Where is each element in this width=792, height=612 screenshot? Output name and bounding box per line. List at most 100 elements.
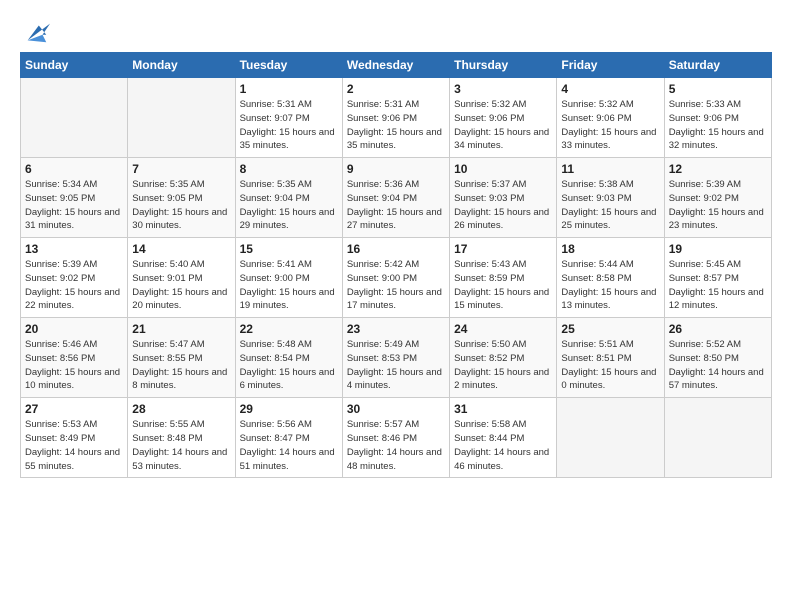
day-info: Sunrise: 5:32 AM Sunset: 9:06 PM Dayligh… bbox=[454, 98, 552, 153]
calendar-cell: 5Sunrise: 5:33 AM Sunset: 9:06 PM Daylig… bbox=[664, 78, 771, 158]
calendar-cell: 15 Sunrise: 5:41 AM Sunset: 9:00 PM Dayli… bbox=[235, 238, 342, 318]
page-container: SundayMondayTuesdayWednesdayThursdayFrid… bbox=[0, 0, 792, 488]
logo-icon bbox=[22, 18, 50, 46]
header bbox=[20, 18, 772, 46]
day-info: Sunrise: 5:34 AM Sunset: 9:05 PM Dayligh… bbox=[25, 178, 123, 233]
calendar-cell: 11 Sunrise: 5:38 AM Sunset: 9:03 PM Dayli… bbox=[557, 158, 664, 238]
day-number: 27 bbox=[25, 402, 123, 416]
calendar-cell: 13Sunrise: 5:39 AM Sunset: 9:02 PM Dayli… bbox=[21, 238, 128, 318]
calendar-cell bbox=[21, 78, 128, 158]
day-header-tuesday: Tuesday bbox=[235, 53, 342, 78]
calendar-cell: 26 Sunrise: 5:52 AM Sunset: 8:50 PM Dayli… bbox=[664, 318, 771, 398]
day-info: Sunrise: 5:47 AM Sunset: 8:55 PM Dayligh… bbox=[132, 338, 230, 393]
calendar-cell: 24 Sunrise: 5:50 AM Sunset: 8:52 PM Dayli… bbox=[450, 318, 557, 398]
day-number: 1 bbox=[240, 82, 338, 96]
day-info: Sunrise: 5:44 AM Sunset: 8:58 PM Dayligh… bbox=[561, 258, 659, 313]
day-info: Sunrise: 5:35 AM Sunset: 9:05 PM Dayligh… bbox=[132, 178, 230, 233]
calendar-cell bbox=[557, 398, 664, 478]
calendar-cell: 29 Sunrise: 5:56 AM Sunset: 8:47 PM Dayli… bbox=[235, 398, 342, 478]
day-number: 4 bbox=[561, 82, 659, 96]
day-header-wednesday: Wednesday bbox=[342, 53, 449, 78]
calendar-cell: 31Sunrise: 5:58 AM Sunset: 8:44 PM Dayli… bbox=[450, 398, 557, 478]
calendar-cell: 21 Sunrise: 5:47 AM Sunset: 8:55 PM Dayli… bbox=[128, 318, 235, 398]
day-info: Sunrise: 5:55 AM Sunset: 8:48 PM Dayligh… bbox=[132, 418, 230, 473]
day-number: 9 bbox=[347, 162, 445, 176]
day-number: 25 bbox=[561, 322, 659, 336]
week-row-5: 27 Sunrise: 5:53 AM Sunset: 8:49 PM Dayli… bbox=[21, 398, 772, 478]
day-number: 16 bbox=[347, 242, 445, 256]
day-info: Sunrise: 5:57 AM Sunset: 8:46 PM Dayligh… bbox=[347, 418, 445, 473]
day-info: Sunrise: 5:58 AM Sunset: 8:44 PM Dayligh… bbox=[454, 418, 552, 473]
calendar-cell: 30 Sunrise: 5:57 AM Sunset: 8:46 PM Dayli… bbox=[342, 398, 449, 478]
day-number: 29 bbox=[240, 402, 338, 416]
day-info: Sunrise: 5:32 AM Sunset: 9:06 PM Dayligh… bbox=[561, 98, 659, 153]
day-number: 26 bbox=[669, 322, 767, 336]
day-info: Sunrise: 5:39 AM Sunset: 9:02 PM Dayligh… bbox=[25, 258, 123, 313]
day-info: Sunrise: 5:37 AM Sunset: 9:03 PM Dayligh… bbox=[454, 178, 552, 233]
calendar-cell: 27 Sunrise: 5:53 AM Sunset: 8:49 PM Dayli… bbox=[21, 398, 128, 478]
day-info: Sunrise: 5:56 AM Sunset: 8:47 PM Dayligh… bbox=[240, 418, 338, 473]
day-number: 21 bbox=[132, 322, 230, 336]
calendar-cell: 17Sunrise: 5:43 AM Sunset: 8:59 PM Dayli… bbox=[450, 238, 557, 318]
calendar-cell: 6 Sunrise: 5:34 AM Sunset: 9:05 PM Daylig… bbox=[21, 158, 128, 238]
calendar-cell bbox=[664, 398, 771, 478]
day-number: 6 bbox=[25, 162, 123, 176]
calendar-cell: 3 Sunrise: 5:32 AM Sunset: 9:06 PM Daylig… bbox=[450, 78, 557, 158]
day-number: 2 bbox=[347, 82, 445, 96]
day-number: 5 bbox=[669, 82, 767, 96]
calendar-cell: 12 Sunrise: 5:39 AM Sunset: 9:02 PM Dayli… bbox=[664, 158, 771, 238]
day-info: Sunrise: 5:35 AM Sunset: 9:04 PM Dayligh… bbox=[240, 178, 338, 233]
day-info: Sunrise: 5:42 AM Sunset: 9:00 PM Dayligh… bbox=[347, 258, 445, 313]
day-info: Sunrise: 5:46 AM Sunset: 8:56 PM Dayligh… bbox=[25, 338, 123, 393]
calendar-cell: 16 Sunrise: 5:42 AM Sunset: 9:00 PM Dayli… bbox=[342, 238, 449, 318]
day-number: 18 bbox=[561, 242, 659, 256]
day-number: 30 bbox=[347, 402, 445, 416]
day-info: Sunrise: 5:31 AM Sunset: 9:07 PM Dayligh… bbox=[240, 98, 338, 153]
calendar-cell: 28 Sunrise: 5:55 AM Sunset: 8:48 PM Dayli… bbox=[128, 398, 235, 478]
day-number: 10 bbox=[454, 162, 552, 176]
day-info: Sunrise: 5:50 AM Sunset: 8:52 PM Dayligh… bbox=[454, 338, 552, 393]
day-number: 28 bbox=[132, 402, 230, 416]
day-info: Sunrise: 5:40 AM Sunset: 9:01 PM Dayligh… bbox=[132, 258, 230, 313]
week-row-1: 1 Sunrise: 5:31 AM Sunset: 9:07 PM Daylig… bbox=[21, 78, 772, 158]
day-number: 12 bbox=[669, 162, 767, 176]
day-info: Sunrise: 5:38 AM Sunset: 9:03 PM Dayligh… bbox=[561, 178, 659, 233]
day-info: Sunrise: 5:48 AM Sunset: 8:54 PM Dayligh… bbox=[240, 338, 338, 393]
day-info: Sunrise: 5:39 AM Sunset: 9:02 PM Dayligh… bbox=[669, 178, 767, 233]
calendar-table: SundayMondayTuesdayWednesdayThursdayFrid… bbox=[20, 52, 772, 478]
day-info: Sunrise: 5:49 AM Sunset: 8:53 PM Dayligh… bbox=[347, 338, 445, 393]
logo bbox=[20, 18, 50, 46]
day-number: 23 bbox=[347, 322, 445, 336]
calendar-cell: 23 Sunrise: 5:49 AM Sunset: 8:53 PM Dayli… bbox=[342, 318, 449, 398]
day-header-friday: Friday bbox=[557, 53, 664, 78]
day-number: 8 bbox=[240, 162, 338, 176]
day-number: 24 bbox=[454, 322, 552, 336]
day-info: Sunrise: 5:41 AM Sunset: 9:00 PM Dayligh… bbox=[240, 258, 338, 313]
day-number: 14 bbox=[132, 242, 230, 256]
day-header-monday: Monday bbox=[128, 53, 235, 78]
day-info: Sunrise: 5:51 AM Sunset: 8:51 PM Dayligh… bbox=[561, 338, 659, 393]
calendar-cell: 20Sunrise: 5:46 AM Sunset: 8:56 PM Dayli… bbox=[21, 318, 128, 398]
calendar-cell: 25 Sunrise: 5:51 AM Sunset: 8:51 PM Dayli… bbox=[557, 318, 664, 398]
calendar-cell: 1 Sunrise: 5:31 AM Sunset: 9:07 PM Daylig… bbox=[235, 78, 342, 158]
calendar-cell: 8 Sunrise: 5:35 AM Sunset: 9:04 PM Daylig… bbox=[235, 158, 342, 238]
calendar-cell: 22Sunrise: 5:48 AM Sunset: 8:54 PM Dayli… bbox=[235, 318, 342, 398]
day-number: 15 bbox=[240, 242, 338, 256]
day-header-saturday: Saturday bbox=[664, 53, 771, 78]
day-number: 3 bbox=[454, 82, 552, 96]
day-header-thursday: Thursday bbox=[450, 53, 557, 78]
day-number: 11 bbox=[561, 162, 659, 176]
day-info: Sunrise: 5:52 AM Sunset: 8:50 PM Dayligh… bbox=[669, 338, 767, 393]
calendar-cell: 18 Sunrise: 5:44 AM Sunset: 8:58 PM Dayli… bbox=[557, 238, 664, 318]
day-info: Sunrise: 5:36 AM Sunset: 9:04 PM Dayligh… bbox=[347, 178, 445, 233]
day-number: 19 bbox=[669, 242, 767, 256]
week-row-4: 20Sunrise: 5:46 AM Sunset: 8:56 PM Dayli… bbox=[21, 318, 772, 398]
day-info: Sunrise: 5:31 AM Sunset: 9:06 PM Dayligh… bbox=[347, 98, 445, 153]
day-info: Sunrise: 5:45 AM Sunset: 8:57 PM Dayligh… bbox=[669, 258, 767, 313]
calendar-cell: 10 Sunrise: 5:37 AM Sunset: 9:03 PM Dayli… bbox=[450, 158, 557, 238]
day-info: Sunrise: 5:53 AM Sunset: 8:49 PM Dayligh… bbox=[25, 418, 123, 473]
week-row-3: 13Sunrise: 5:39 AM Sunset: 9:02 PM Dayli… bbox=[21, 238, 772, 318]
calendar-cell: 2 Sunrise: 5:31 AM Sunset: 9:06 PM Daylig… bbox=[342, 78, 449, 158]
day-info: Sunrise: 5:43 AM Sunset: 8:59 PM Dayligh… bbox=[454, 258, 552, 313]
day-number: 7 bbox=[132, 162, 230, 176]
